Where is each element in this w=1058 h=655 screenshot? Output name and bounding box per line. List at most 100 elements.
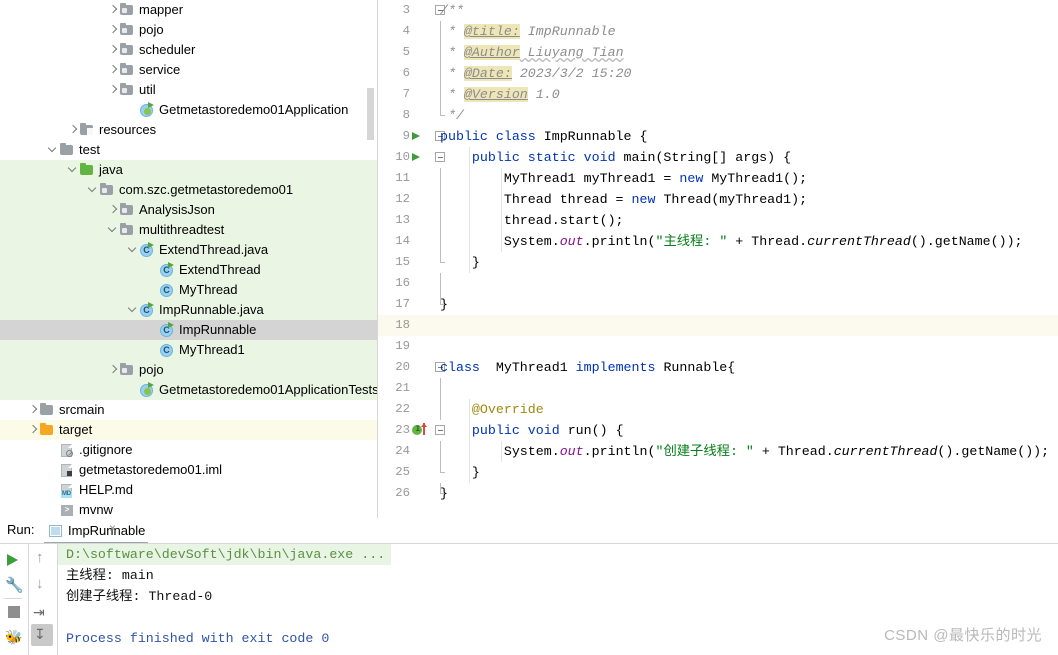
scroll-to-end-button[interactable]: ↧ xyxy=(31,624,53,646)
editor-line[interactable]: 13 thread.start(); xyxy=(378,210,1058,231)
gutter-icons xyxy=(412,21,434,42)
tree-item-mythread1[interactable]: C MyThread1 xyxy=(0,340,378,360)
chevron-right-icon[interactable] xyxy=(68,120,79,140)
tree-item-mythread[interactable]: C MyThread xyxy=(0,280,378,300)
tree-item-label: srcmain xyxy=(59,402,105,417)
editor-line[interactable]: 14 System.out.println("主线程: " + Thread.c… xyxy=(378,231,1058,252)
tree-item-gitignore[interactable]: .gitignore xyxy=(0,440,378,460)
chevron-down-icon[interactable] xyxy=(68,160,79,180)
chevron-right-icon[interactable] xyxy=(28,400,39,420)
edit-configurations-button[interactable]: 🔧 xyxy=(2,572,26,596)
code-token: /** xyxy=(440,3,464,18)
editor-line[interactable]: 16 xyxy=(378,273,1058,294)
tree-item-getmetastoredemo01application[interactable]: Getmetastoredemo01Application xyxy=(0,100,378,120)
tree-item-scheduler[interactable]: scheduler xyxy=(0,40,378,60)
run-tool-window: Run: ImpRunnable × 🔧 🐝 ↑ ↓ ⇥ ↧ D:\softwa… xyxy=(0,518,1058,655)
tree-item-java[interactable]: java xyxy=(0,160,378,180)
editor-line[interactable]: 4 * @title: ImpRunnable xyxy=(378,21,1058,42)
rerun-failed-tests-button[interactable]: 🐝 xyxy=(2,626,26,650)
chevron-right-icon[interactable] xyxy=(108,60,119,80)
chevron-right-icon[interactable] xyxy=(108,80,119,100)
run-gutter-icon[interactable] xyxy=(412,132,420,140)
chevron-down-icon[interactable] xyxy=(108,220,119,240)
chevron-down-icon[interactable] xyxy=(128,240,139,260)
tree-item-util[interactable]: util xyxy=(0,80,378,100)
chevron-right-icon[interactable] xyxy=(108,0,119,20)
tree-item-analysisjson[interactable]: AnalysisJson xyxy=(0,200,378,220)
stop-button[interactable] xyxy=(2,600,26,624)
run-gutter-icon[interactable] xyxy=(412,153,420,161)
folder-package-icon xyxy=(99,180,115,200)
run-tab-imprunnable[interactable]: ImpRunnable xyxy=(44,519,145,543)
project-tree-panel[interactable]: mapper pojo scheduler service util Getmetasto… xyxy=(0,0,378,518)
editor-line[interactable]: 21 xyxy=(378,378,1058,399)
fold-gutter[interactable] xyxy=(434,336,446,357)
editor-line[interactable]: 7 * @Version 1.0 xyxy=(378,84,1058,105)
tree-item-imprunnable[interactable]: C ImpRunnable xyxy=(0,320,378,340)
tree-item-imprunnable-java[interactable]: C ImpRunnable.java xyxy=(0,300,378,320)
up-stack-trace-button[interactable]: ↑ xyxy=(29,546,53,570)
tree-scrollbar-thumb[interactable] xyxy=(367,88,374,140)
editor-line[interactable]: 26} xyxy=(378,483,1058,504)
editor-line[interactable]: 22 @Override xyxy=(378,399,1058,420)
fold-gutter[interactable] xyxy=(434,273,446,294)
chevron-down-icon[interactable] xyxy=(48,140,59,160)
chevron-down-icon[interactable] xyxy=(88,180,99,200)
tree-item-target[interactable]: target xyxy=(0,420,378,440)
editor-line[interactable]: 3 /** xyxy=(378,0,1058,21)
chevron-right-icon[interactable] xyxy=(108,360,119,380)
editor-line[interactable]: 19 xyxy=(378,336,1058,357)
editor-line[interactable]: 15 } xyxy=(378,252,1058,273)
editor-line[interactable]: 9 public class ImpRunnable { xyxy=(378,126,1058,147)
tree-item-extendthread-java[interactable]: C ExtendThread.java xyxy=(0,240,378,260)
soft-wrap-button[interactable]: ⇥ xyxy=(29,600,53,624)
class-run-icon: C xyxy=(159,320,175,340)
tree-item-pojo[interactable]: pojo xyxy=(0,360,378,380)
tree-item-mvnw[interactable]: > mvnw xyxy=(0,500,378,518)
editor-line[interactable]: 20 class MyThread1 implements Runnable{ xyxy=(378,357,1058,378)
tree-item-getmetastoredemo01applicationtests[interactable]: Getmetastoredemo01ApplicationTests xyxy=(0,380,378,400)
fold-gutter[interactable] xyxy=(434,315,446,336)
editor-line[interactable]: 24 System.out.println("创建子线程: " + Thread… xyxy=(378,441,1058,462)
chevron-right-icon[interactable] xyxy=(108,40,119,60)
gutter-icons xyxy=(412,357,434,378)
code-token: Liuyang Tian xyxy=(519,45,624,60)
close-icon[interactable]: × xyxy=(109,522,120,534)
folder-package-icon xyxy=(119,60,135,80)
tree-item-resources[interactable]: resources xyxy=(0,120,378,140)
tree-item-com-szc-getmetastoredemo01[interactable]: com.szc.getmetastoredemo01 xyxy=(0,180,378,200)
tree-item-mapper[interactable]: mapper xyxy=(0,0,378,20)
console-line: 创建子线程: Thread-0 xyxy=(66,589,213,604)
tree-item-service[interactable]: service xyxy=(0,60,378,80)
editor-line[interactable]: 12 Thread thread = new Thread(myThread1)… xyxy=(378,189,1058,210)
tree-item-help-md[interactable]: MD HELP.md xyxy=(0,480,378,500)
fold-gutter[interactable] xyxy=(434,378,446,399)
line-number: 18 xyxy=(395,318,410,332)
tree-item-multithreadtest[interactable]: multithreadtest xyxy=(0,220,378,240)
tree-item-srcmain[interactable]: srcmain xyxy=(0,400,378,420)
class-icon: C xyxy=(159,340,175,360)
editor-line[interactable]: 5 * @Author Liuyang Tian xyxy=(378,42,1058,63)
editor-line[interactable]: 17} xyxy=(378,294,1058,315)
editor-line[interactable]: 18 xyxy=(378,315,1058,336)
chevron-right-icon[interactable] xyxy=(108,200,119,220)
editor-line[interactable]: 8 */ xyxy=(378,105,1058,126)
chevron-right-icon[interactable] xyxy=(108,20,119,40)
code-token: currentThread xyxy=(833,444,938,459)
chevron-down-icon[interactable] xyxy=(128,300,139,320)
code-token: } xyxy=(440,486,448,501)
editor-line[interactable]: 25 } xyxy=(378,462,1058,483)
editor-line[interactable]: 23 public void run() { xyxy=(378,420,1058,441)
down-stack-trace-button[interactable]: ↓ xyxy=(29,572,53,596)
tree-item-extendthread[interactable]: C ExtendThread xyxy=(0,260,378,280)
chevron-right-icon[interactable] xyxy=(28,420,39,440)
editor-line[interactable]: 11 MyThread1 myThread1 = new MyThread1()… xyxy=(378,168,1058,189)
tree-item-getmetastoredemo01-iml[interactable]: getmetastoredemo01.iml xyxy=(0,460,378,480)
code-editor[interactable]: 3/** 4 * @title: ImpRunnable 5 * @Author L… xyxy=(378,0,1058,518)
editor-line[interactable]: 6 * @Date: 2023/3/2 15:20 xyxy=(378,63,1058,84)
tree-item-pojo[interactable]: pojo xyxy=(0,20,378,40)
rerun-button[interactable] xyxy=(2,546,26,570)
tree-item-test[interactable]: test xyxy=(0,140,378,160)
editor-line[interactable]: 10 public static void main(String[] args… xyxy=(378,147,1058,168)
code-token: public static void xyxy=(471,150,624,165)
